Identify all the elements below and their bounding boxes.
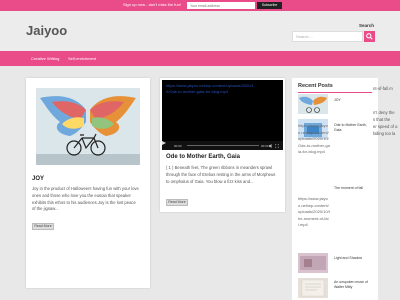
search-input[interactable]: Search ... bbox=[292, 31, 363, 42]
post-image-wings-mural[interactable] bbox=[36, 88, 140, 165]
thumb-image bbox=[298, 253, 328, 273]
fullscreen-icon[interactable] bbox=[275, 144, 279, 148]
thumb-image bbox=[298, 94, 328, 114]
recent-post-label: Ode to Mother Earth, Gaia bbox=[334, 123, 367, 132]
video-time-total: 00:00 bbox=[261, 144, 269, 148]
subscribe-bar: Sign up now - don't miss the fun! Subscr… bbox=[0, 0, 400, 11]
recent-post-thumb-mitty[interactable] bbox=[298, 278, 328, 298]
overflow-text: falling too la bbox=[373, 131, 396, 136]
main-nav: Creative Writing Self-enrichment bbox=[0, 51, 400, 66]
recent-post-link[interactable]: An unspoken muse of Walter Mitty bbox=[334, 280, 372, 290]
recent-post-label: An unspoken muse of Walter Mitty bbox=[334, 280, 368, 289]
subscribe-button[interactable]: Subscribe bbox=[257, 2, 282, 9]
wings-mural-image bbox=[36, 88, 140, 165]
nav-item-creative-writing[interactable]: Creative Writing bbox=[31, 56, 59, 61]
search-label: Search bbox=[359, 23, 375, 28]
post-title[interactable]: JOY bbox=[32, 176, 44, 182]
read-more-button[interactable]: Read More bbox=[32, 223, 54, 230]
post-card-joy: JOY Joy in the product of Halloween! hav… bbox=[26, 78, 150, 288]
post-title[interactable]: Ode to Mother Earth, Gaia bbox=[166, 154, 240, 160]
video-time-elapsed: 00:00 bbox=[174, 144, 182, 148]
site-title[interactable]: Jaiyoo bbox=[26, 23, 67, 38]
email-input[interactable] bbox=[187, 2, 255, 9]
overflow-text: er speed of a bbox=[373, 124, 398, 129]
recent-post-link[interactable]: JOY bbox=[334, 98, 341, 102]
volume-icon[interactable] bbox=[269, 144, 273, 148]
sidebar-recent-posts: Recent Posts JOY Ode to Mother Earth, Ga… bbox=[292, 78, 378, 300]
search-button[interactable] bbox=[364, 31, 375, 42]
video-url-text[interactable]: https://www.jaiyoo.net/wp-content/upload… bbox=[298, 123, 330, 156]
recent-post-link[interactable]: Light and Shadow bbox=[334, 256, 362, 260]
read-more-button[interactable]: Read More bbox=[166, 199, 188, 206]
post-excerpt: Joy in the product of Halloween! having … bbox=[32, 186, 139, 212]
recent-post-link[interactable]: Ode to Mother Earth, Gaia bbox=[334, 123, 372, 133]
video-controls: 00:00 00:00 bbox=[162, 141, 283, 150]
nav-item-self-enrichment[interactable]: Self-enrichment bbox=[68, 56, 96, 61]
video-url-text[interactable]: https://www.jaiyoo.net/wp-content/upload… bbox=[298, 196, 330, 229]
overflow-text: nt-of-fall.m bbox=[373, 86, 393, 91]
post-excerpt: ( 1 ) Beneath feet, The green ribbons in… bbox=[166, 165, 276, 184]
overflow-text: n't deny the bbox=[373, 110, 395, 115]
recent-post-link[interactable]: The moment of fall bbox=[334, 186, 363, 190]
recent-post-thumb-joy[interactable] bbox=[298, 94, 328, 114]
thumb-image bbox=[298, 278, 328, 298]
search-icon bbox=[366, 33, 373, 40]
video-source-url[interactable]: https://www.jaiyoo.net/wp-content/upload… bbox=[166, 83, 256, 95]
video-player[interactable]: https://www.jaiyoo.net/wp-content/upload… bbox=[162, 80, 283, 150]
overflow-text: s that the bbox=[373, 117, 391, 122]
sidebar-title-underline bbox=[298, 92, 372, 93]
sidebar-title: Recent Posts bbox=[298, 83, 333, 89]
play-icon[interactable] bbox=[162, 141, 166, 145]
post-card-ode: https://www.jaiyoo.net/wp-content/upload… bbox=[160, 78, 285, 212]
site-header: Jaiyoo Search Search ... bbox=[0, 11, 400, 51]
recent-post-thumb-light[interactable] bbox=[298, 253, 328, 273]
video-progress-bar[interactable] bbox=[187, 145, 259, 146]
subscribe-message: Sign up now - don't miss the fun! bbox=[123, 2, 181, 7]
